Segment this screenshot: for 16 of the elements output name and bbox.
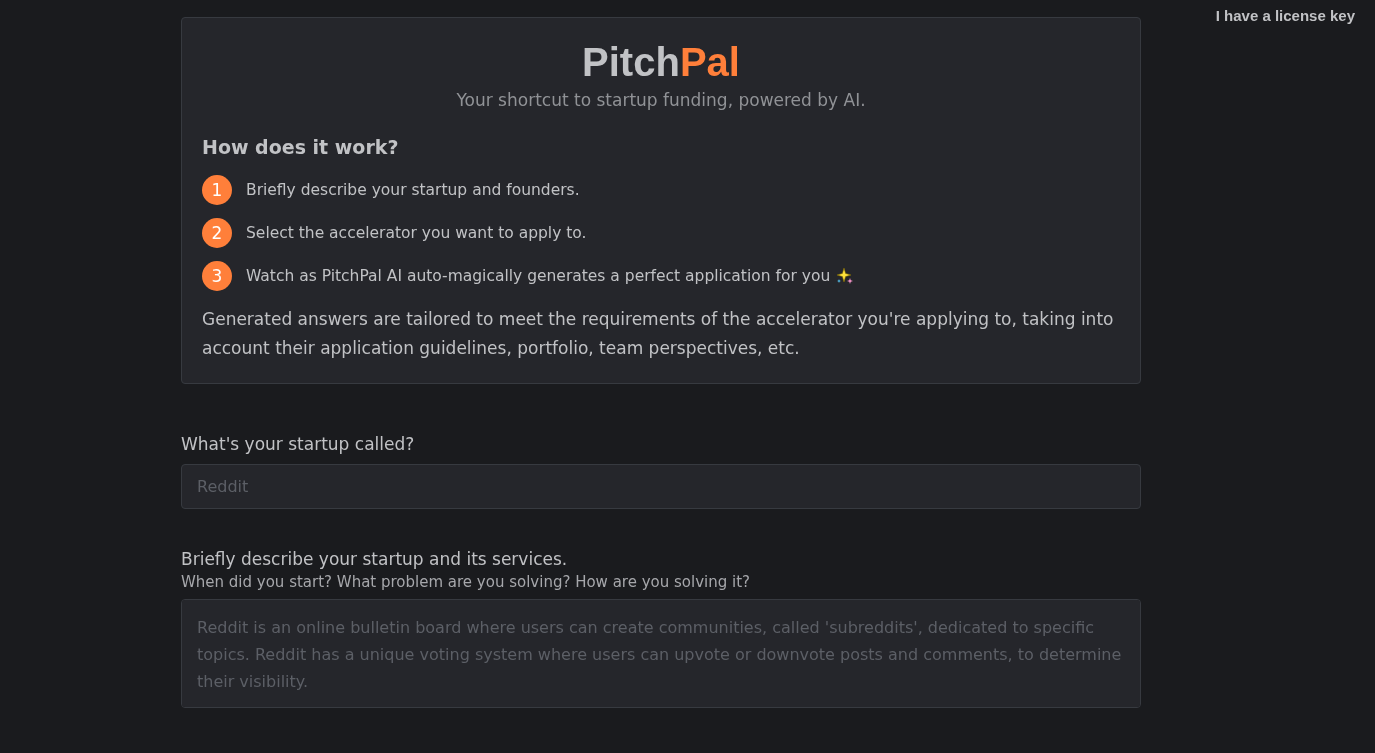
- field-label: What's your startup called?: [181, 434, 415, 454]
- step-number: 2: [202, 217, 232, 248]
- license-key-link[interactable]: I have a license key: [1215, 7, 1355, 24]
- step-text: Briefly describe your startup and founders.: [246, 180, 580, 199]
- step-text: Watch as PitchPal AI auto-magically generates a perfect application for you: [246, 266, 831, 285]
- section-heading: How does it work?: [202, 136, 399, 158]
- description-text: Generated answers are tailored to meet the requirements of the accelerator you're applying to, taking into account their application guidelines, portfolio, team perspectives, etc.: [202, 308, 1115, 360]
- step-number: 1: [202, 174, 232, 205]
- description-field[interactable]: Reddit is an online bulletin board where users can create communities, called 'subreddits', dedicated to specific topics. Reddit has a unique voting system where users can upvote or downvote posts and comments, to determine their visibility.: [181, 599, 1141, 708]
- step-number: 3: [202, 260, 232, 291]
- logo: PitchPal: [582, 40, 740, 84]
- tagline: Your shortcut to startup funding, powered by AI.: [456, 90, 866, 110]
- field-label: Briefly describe your startup and its services.: [181, 549, 568, 569]
- name-field[interactable]: Reddit: [181, 464, 1141, 509]
- field-hint: When did you start? What problem are you solving? How are you solving it?: [181, 573, 750, 591]
- step-text: Select the accelerator you want to apply to.: [246, 223, 587, 242]
